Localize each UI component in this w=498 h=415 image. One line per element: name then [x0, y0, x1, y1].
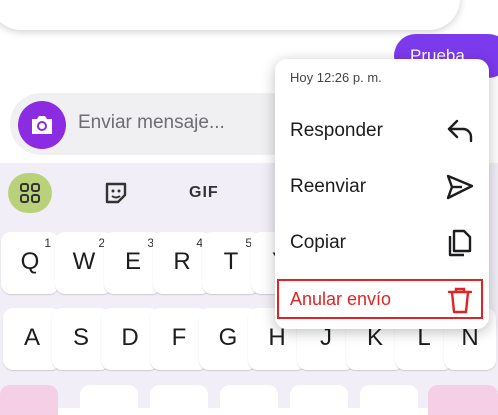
key-q[interactable]: 1 Q	[1, 232, 59, 294]
message-input[interactable]: Enviar mensaje...	[78, 112, 225, 134]
key-label: Q	[20, 248, 40, 275]
gif-button[interactable]: GIF	[189, 173, 229, 213]
menu-item-label: Reenviar	[290, 176, 367, 197]
menu-item-forward[interactable]: Reenviar	[275, 159, 489, 215]
message-context-menu: Hoy 12:26 p. m. Responder Reenviar Copia…	[275, 59, 489, 329]
camera-icon	[32, 116, 52, 134]
menu-item-reply[interactable]: Responder	[275, 103, 489, 159]
key-c[interactable]	[220, 385, 278, 415]
keyboard-menu-button[interactable]	[8, 173, 52, 213]
message-timestamp: Hoy 12:26 p. m.	[290, 70, 382, 85]
reaction-bar	[0, 0, 460, 30]
backspace-key[interactable]	[428, 385, 498, 415]
message-composer[interactable]: Enviar mensaje...	[10, 93, 300, 155]
menu-item-label: Anular envío	[290, 289, 392, 309]
key-z[interactable]	[80, 385, 138, 415]
menu-item-copy[interactable]: Copiar	[275, 215, 489, 271]
menu-item-label: Copiar	[290, 232, 346, 253]
grid-icon	[20, 183, 40, 203]
sticker-button[interactable]	[103, 173, 131, 213]
send-icon	[446, 174, 474, 200]
copy-icon	[448, 229, 472, 257]
menu-item-label: Responder	[290, 120, 383, 141]
trash-icon	[447, 287, 473, 314]
menu-item-unsend[interactable]: Anular envío	[275, 279, 489, 339]
sticker-icon	[105, 182, 127, 204]
reply-icon	[447, 119, 473, 143]
shift-key[interactable]	[0, 385, 58, 415]
key-v[interactable]	[290, 385, 348, 415]
key-x[interactable]	[150, 385, 208, 415]
key-b[interactable]	[360, 385, 418, 415]
camera-button[interactable]	[18, 101, 66, 149]
